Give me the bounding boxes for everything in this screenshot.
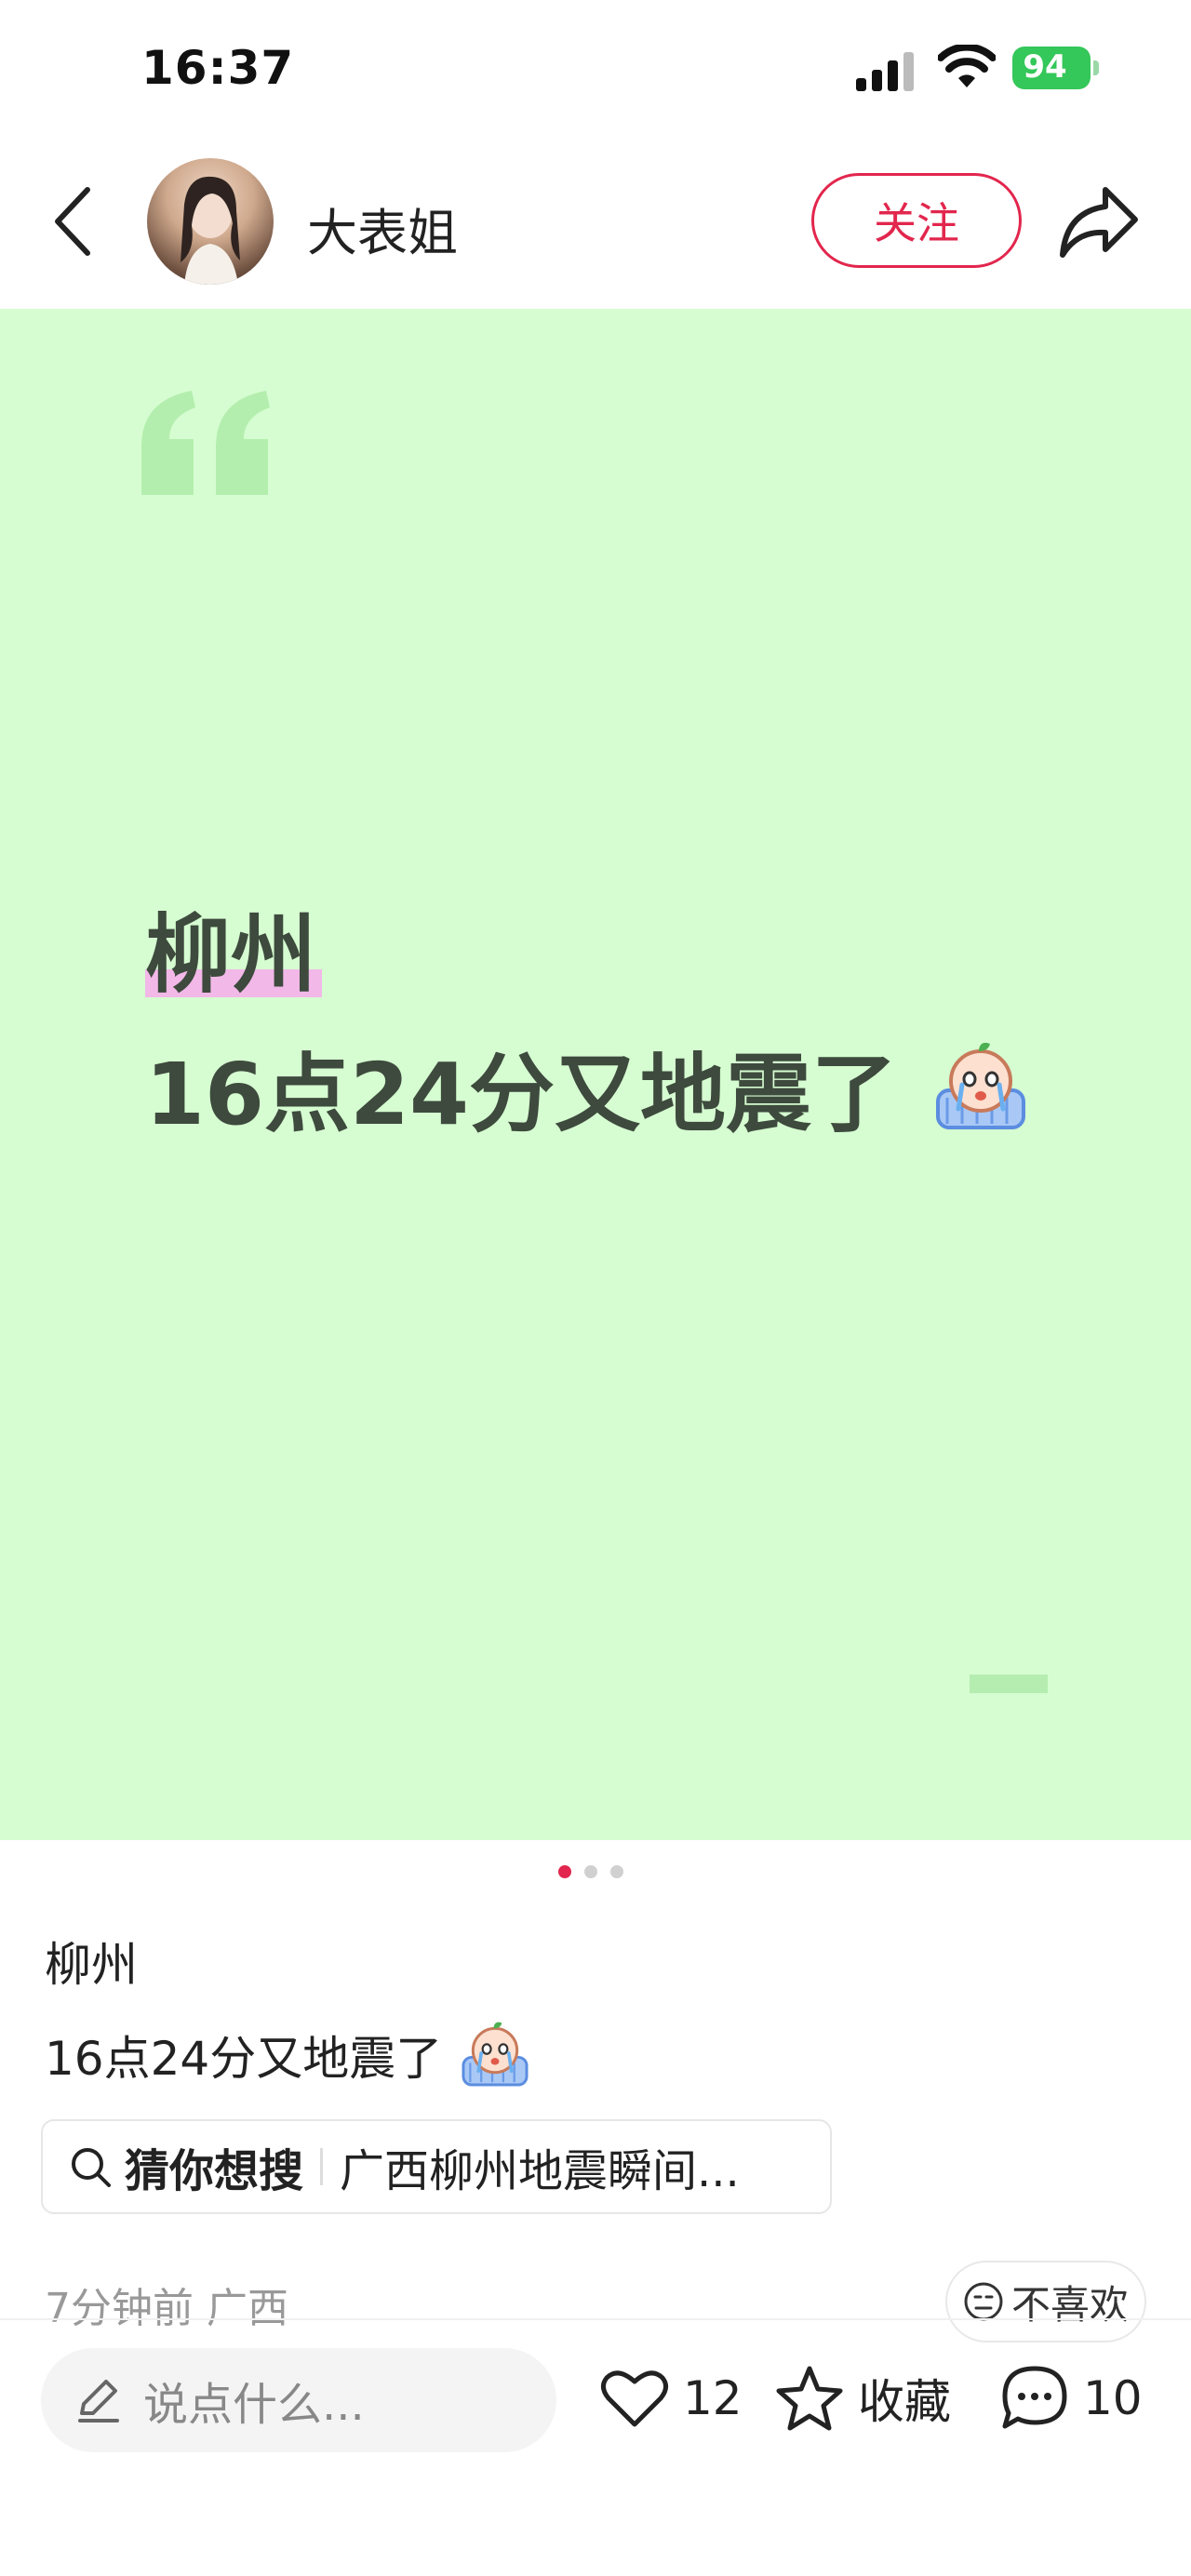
collect-button[interactable]: 收藏 bbox=[772, 2361, 951, 2436]
dislike-button[interactable]: 不喜欢 bbox=[945, 2261, 1146, 2342]
pagination-dot bbox=[610, 1865, 623, 1878]
post-text-line2-text: 16点24分又地震了 bbox=[45, 2032, 443, 2086]
post-text-line2: 16点24分又地震了 bbox=[45, 2019, 529, 2089]
card-subtitle: 16点24分又地震了 bbox=[145, 1038, 1027, 1141]
crying-face-emoji bbox=[462, 2022, 529, 2087]
pagination-dot-active bbox=[558, 1865, 571, 1878]
search-divider bbox=[320, 2148, 324, 2185]
quote-icon bbox=[141, 391, 270, 495]
battery-charging-icon: 94 bbox=[1012, 47, 1102, 89]
pagination-dot bbox=[584, 1865, 597, 1878]
card-subtitle-text: 16点24分又地震了 bbox=[145, 1045, 898, 1144]
follow-button[interactable]: 关注 bbox=[811, 173, 1022, 268]
share-icon[interactable] bbox=[1057, 182, 1141, 260]
post-meta: 7分钟前 广西 bbox=[45, 2285, 288, 2332]
suggested-search[interactable]: 猜你想搜 广西柳州地震瞬间... bbox=[41, 2119, 832, 2214]
neutral-face-icon bbox=[964, 2282, 1003, 2321]
card-dash-decoration bbox=[970, 1675, 1048, 1693]
comment-button[interactable]: 10 bbox=[997, 2361, 1143, 2436]
signal-icon bbox=[856, 52, 914, 91]
status-time: 16:37 bbox=[141, 41, 295, 95]
post-text-line1: 柳州 bbox=[45, 1938, 138, 1992]
comment-bubble-icon bbox=[1002, 2366, 1067, 2429]
avatar[interactable] bbox=[147, 158, 274, 285]
dislike-label: 不喜欢 bbox=[1010, 2281, 1129, 2328]
star-icon bbox=[776, 2366, 843, 2431]
collect-label: 收藏 bbox=[858, 2375, 951, 2429]
card-title: 柳州 bbox=[145, 905, 317, 1005]
wifi-icon bbox=[938, 45, 996, 87]
search-label: 猜你想搜 bbox=[125, 2145, 304, 2197]
username[interactable]: 大表姐 bbox=[307, 192, 458, 265]
pencil-icon bbox=[78, 2380, 119, 2423]
image-pagination bbox=[558, 1865, 623, 1878]
like-count: 12 bbox=[683, 2371, 743, 2425]
crying-face-emoji bbox=[936, 1042, 1026, 1129]
search-icon bbox=[72, 2148, 111, 2187]
back-icon[interactable] bbox=[48, 184, 99, 259]
comment-placeholder: 说点什么... bbox=[143, 2379, 365, 2431]
search-suggestion[interactable]: 广西柳州地震瞬间... bbox=[340, 2134, 740, 2199]
comment-input[interactable]: 说点什么... bbox=[41, 2348, 556, 2452]
like-button[interactable]: 12 bbox=[597, 2361, 743, 2436]
heart-icon bbox=[601, 2370, 668, 2427]
comment-count: 10 bbox=[1083, 2371, 1143, 2425]
battery-level: 94 bbox=[1023, 48, 1067, 86]
divider bbox=[0, 2318, 1191, 2320]
